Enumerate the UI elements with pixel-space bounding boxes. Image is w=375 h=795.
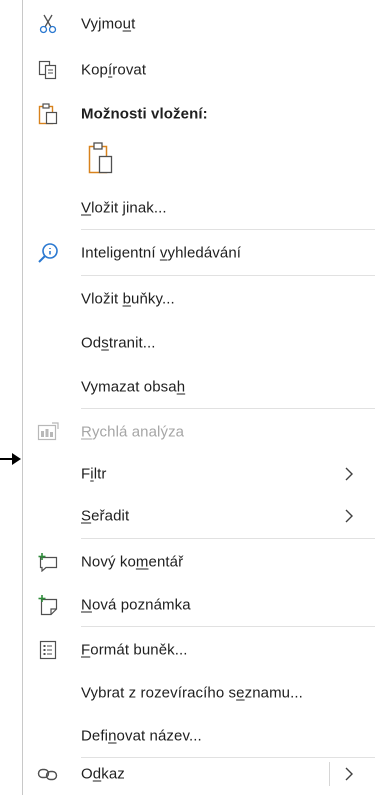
menu-item-insert-cells[interactable]: Vložit buňky... xyxy=(23,277,374,321)
clipboard-paste-icon xyxy=(88,141,114,180)
new-note-icon xyxy=(37,594,59,616)
menu-item-delete[interactable]: Odstranit... xyxy=(23,321,374,365)
quick-analysis-icon xyxy=(37,421,59,443)
menu-item-paste-options: Možnosti vložení: xyxy=(23,92,374,136)
menu-item-label: Vymazat obsah xyxy=(81,378,186,396)
separator xyxy=(81,408,375,409)
menu-item-label: Vložit jinak... xyxy=(81,199,167,217)
menu-item-sort[interactable]: Seřadit xyxy=(23,494,374,538)
menu-item-copy[interactable]: Kopírovat xyxy=(23,48,374,92)
separator xyxy=(81,275,375,276)
menu-item-label: Vložit buňky... xyxy=(81,290,175,308)
arrow-cursor-icon xyxy=(0,453,21,465)
chevron-right-icon xyxy=(345,509,353,523)
menu-item-label: Definovat název... xyxy=(81,727,202,745)
menu-item-label: Formát buněk... xyxy=(81,641,188,659)
menu-item-filter[interactable]: Filtr xyxy=(23,452,374,496)
split-divider xyxy=(329,762,330,786)
menu-item-clear-contents[interactable]: Vymazat obsah xyxy=(23,365,374,409)
menu-item-label: Kopírovat xyxy=(81,61,147,79)
search-icon xyxy=(37,242,59,264)
menu-item-paste-special[interactable]: Vložit jinak... xyxy=(23,186,374,230)
menu-item-label: Inteligentní vyhledávání xyxy=(81,244,242,262)
copy-icon xyxy=(37,59,59,81)
spreadsheet-edge xyxy=(0,0,22,795)
menu-item-label: Rychlá analýza xyxy=(81,423,185,441)
menu-item-quick-analysis: Rychlá analýza xyxy=(23,410,374,454)
page: Vyjmout Kopírovat Možnosti vložení: Vlož… xyxy=(0,0,375,795)
chevron-right-icon xyxy=(345,467,353,481)
clipboard-icon xyxy=(37,103,59,125)
menu-item-link[interactable]: Odkaz xyxy=(23,752,374,795)
menu-item-new-comment[interactable]: Nový komentář xyxy=(23,540,374,584)
menu-item-smart-lookup[interactable]: Inteligentní vyhledávání xyxy=(23,231,374,275)
menu-item-label: Seřadit xyxy=(81,507,130,525)
link-icon xyxy=(37,763,59,785)
menu-item-label: Možnosti vložení: xyxy=(81,105,208,123)
menu-item-label: Odstranit... xyxy=(81,334,156,352)
menu-item-cut[interactable]: Vyjmout xyxy=(23,2,374,46)
chevron-right-icon[interactable] xyxy=(344,767,354,781)
context-menu: Vyjmout Kopírovat Možnosti vložení: Vlož… xyxy=(22,0,375,795)
new-comment-icon xyxy=(37,551,59,573)
separator xyxy=(81,538,375,539)
menu-item-label: Nová poznámka xyxy=(81,596,191,614)
format-cells-icon xyxy=(37,639,59,661)
menu-item-label: Vyjmout xyxy=(81,15,136,33)
menu-item-format-cells[interactable]: Formát buněk... xyxy=(23,628,374,672)
menu-item-pick-from-list[interactable]: Vybrat z rozevíracího seznamu... xyxy=(23,671,374,715)
separator xyxy=(81,229,375,230)
menu-item-label: Nový komentář xyxy=(81,553,184,571)
menu-item-new-note[interactable]: Nová poznámka xyxy=(23,583,374,627)
menu-item-label: Odkaz xyxy=(81,765,125,783)
menu-item-label: Vybrat z rozevíracího seznamu... xyxy=(81,684,303,702)
scissors-icon xyxy=(37,13,59,35)
separator xyxy=(81,626,375,627)
menu-item-label: Filtr xyxy=(81,465,107,483)
paste-option-button[interactable] xyxy=(81,140,121,180)
